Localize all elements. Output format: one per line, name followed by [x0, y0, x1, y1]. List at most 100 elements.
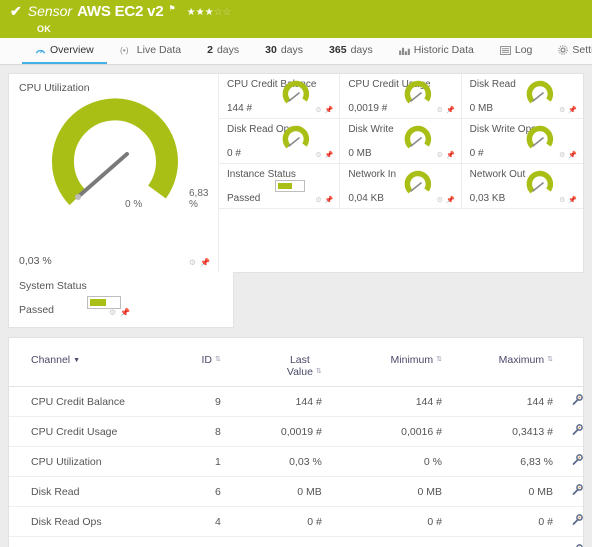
- gauge-card-cpu-credit-balance: CPU Credit Balance 144 # ⚙ 📌: [219, 74, 341, 119]
- tab-number: 365: [329, 44, 347, 56]
- cell-actions[interactable]: [553, 506, 583, 537]
- cpu-utilization-label: CPU Utilization: [19, 82, 90, 94]
- column-header-last-value[interactable]: Last Value ⇅: [220, 350, 322, 387]
- tab-number: 30: [265, 44, 277, 56]
- gauge-card-actions: ⚙ 📌: [437, 151, 455, 159]
- sensor-type-label: Sensor: [27, 3, 73, 19]
- tab-overview[interactable]: Overview: [22, 38, 107, 64]
- mini-gauge: [281, 80, 311, 109]
- gauge-arc-svg: [404, 170, 431, 194]
- pin-icon[interactable]: 📌: [568, 151, 577, 159]
- gauge-card-disk-read-ops: Disk Read Ops 0 # ⚙ 📌: [219, 119, 341, 164]
- table-row[interactable]: Disk Read Ops 4 0 #0 #0 #: [9, 506, 583, 537]
- gauge-value: Passed: [227, 193, 261, 204]
- table-row[interactable]: CPU Credit Balance 9 144 #144 #144 #: [9, 386, 583, 417]
- pin-icon[interactable]: 📌: [568, 106, 577, 114]
- tab-log[interactable]: Log: [487, 38, 546, 64]
- cell-maximum: 6,83 %: [442, 446, 553, 477]
- cell-minimum: 0 MB: [321, 476, 442, 507]
- gauge-value: 0 MB: [469, 103, 493, 114]
- cell-last-value: 0,0019 #: [220, 416, 322, 447]
- tab-settings[interactable]: Settings: [545, 38, 592, 64]
- gauge-card-actions: ⚙ 📌: [437, 196, 455, 204]
- column-header-actions: [553, 350, 583, 387]
- gear-icon[interactable]: ⚙: [559, 196, 565, 204]
- cell-channel: Disk Read: [9, 476, 164, 507]
- tab-label: Settings: [572, 44, 592, 56]
- gauge-card-disk-read: Disk Read 0 MB ⚙ 📌: [461, 74, 583, 119]
- gear-icon[interactable]: ⚙: [109, 308, 116, 317]
- mini-gauge: [403, 170, 433, 199]
- column-header-id[interactable]: ID ⇅: [163, 350, 221, 387]
- tab-historic-data[interactable]: Historic Data: [386, 38, 487, 64]
- cpu-utilization-value: 0,03 %: [19, 255, 52, 267]
- table-row[interactable]: Disk Read 6 0 MB 0 MB 0 MB: [9, 476, 583, 507]
- mini-gauge: [525, 125, 555, 154]
- gauge-card-network-in: Network In 0,04 KB ⚙ 📌: [340, 164, 462, 209]
- settings-wrench-icon[interactable]: [571, 484, 583, 496]
- gear-icon[interactable]: ⚙: [437, 106, 443, 114]
- stars-filled: ★★★: [186, 7, 214, 18]
- cell-channel: Disk Read Ops: [9, 506, 164, 537]
- gear-icon[interactable]: ⚙: [315, 151, 321, 159]
- pin-icon[interactable]: 📌: [446, 196, 455, 204]
- column-label: Minimum: [390, 354, 434, 366]
- gauge-card-actions: ⚙ 📌: [189, 258, 210, 267]
- pin-icon[interactable]: 📌: [568, 196, 577, 204]
- gear-icon[interactable]: ⚙: [559, 106, 565, 114]
- gauge-arc-svg: [282, 125, 310, 149]
- gauge-arc-svg: [526, 170, 554, 194]
- pin-icon[interactable]: 📌: [200, 258, 210, 267]
- tab-live-data[interactable]: (•) Live Data: [107, 38, 194, 64]
- cell-actions[interactable]: [553, 476, 583, 507]
- column-header-minimum[interactable]: Minimum ⇅: [321, 350, 442, 387]
- cell-id: 8: [163, 416, 221, 447]
- tab-30-days[interactable]: 30 days: [252, 38, 316, 64]
- gear-icon[interactable]: ⚙: [559, 151, 565, 159]
- table-row[interactable]: CPU Utilization 1 0,03 % 0 % 6,83 %: [9, 446, 583, 477]
- pin-icon[interactable]: 📌: [325, 106, 334, 114]
- table-header-row: Channel ▼ ID ⇅ Last Value ⇅ Minimum ⇅ Maximum…: [9, 350, 583, 387]
- tab-365-days[interactable]: 365 days: [316, 38, 386, 64]
- sort-icon: ⇅: [215, 356, 221, 364]
- tab-2-days[interactable]: 2 days: [194, 38, 252, 64]
- pin-icon[interactable]: 📌: [325, 196, 334, 204]
- table-row[interactable]: Disk Write70 MB0 MB0 MB: [9, 536, 583, 547]
- pin-icon[interactable]: 📌: [446, 151, 455, 159]
- settings-wrench-icon[interactable]: [571, 514, 583, 526]
- gear-icon[interactable]: ⚙: [437, 196, 443, 204]
- channels-table-body: CPU Credit Balance 9 144 #144 #144 # CPU Cr…: [9, 386, 583, 547]
- settings-wrench-icon[interactable]: [571, 424, 583, 436]
- table-row[interactable]: CPU Credit Usage 8 0,0019 #0,0016 #0,3413 …: [9, 416, 583, 447]
- cell-id: 6: [163, 476, 221, 507]
- settings-wrench-icon[interactable]: [571, 454, 583, 466]
- flag-icon[interactable]: ⚑: [168, 5, 175, 13]
- cell-actions[interactable]: [553, 386, 583, 417]
- column-header-maximum[interactable]: Maximum ⇅: [442, 350, 553, 387]
- gauge-card-actions: ⚙ 📌: [559, 151, 577, 159]
- priority-rating[interactable]: ★★★☆☆: [187, 8, 232, 18]
- pin-icon[interactable]: 📌: [446, 106, 455, 114]
- gauges-panel: CPU Utilization 0 % 6,83 % 0,03 % ⚙ 📌 CP…: [8, 73, 584, 273]
- gauge-arc-svg: [526, 125, 554, 149]
- gear-icon[interactable]: ⚙: [315, 196, 321, 204]
- pin-icon[interactable]: 📌: [120, 308, 130, 317]
- pin-icon[interactable]: 📌: [325, 151, 334, 159]
- cell-actions[interactable]: [553, 416, 583, 447]
- small-gauges-grid: CPU Credit Balance 144 # ⚙ 📌 CPU Credit Usag…: [219, 74, 583, 272]
- gear-icon[interactable]: ⚙: [437, 151, 443, 159]
- sensor-header: ✔ Sensor AWS EC2 v2 ⚑ ★★★☆☆ OK: [0, 0, 592, 38]
- cell-actions[interactable]: [553, 446, 583, 477]
- column-header-channel[interactable]: Channel ▼: [9, 350, 164, 387]
- mini-gauge: [525, 80, 555, 109]
- cell-last-value: 0 #: [220, 506, 322, 537]
- sort-icon: ⇅: [315, 368, 322, 376]
- cell-channel: CPU Credit Usage: [9, 416, 164, 447]
- gauge-value: 144 #: [227, 103, 253, 114]
- tab-label: days: [280, 44, 304, 56]
- gear-icon[interactable]: ⚙: [315, 106, 321, 114]
- gauge-card-disk-write-ops: Disk Write Ops 0 # ⚙ 📌: [461, 119, 583, 164]
- gear-icon[interactable]: ⚙: [189, 258, 196, 267]
- settings-wrench-icon[interactable]: [571, 394, 583, 406]
- cell-actions[interactable]: [553, 536, 583, 547]
